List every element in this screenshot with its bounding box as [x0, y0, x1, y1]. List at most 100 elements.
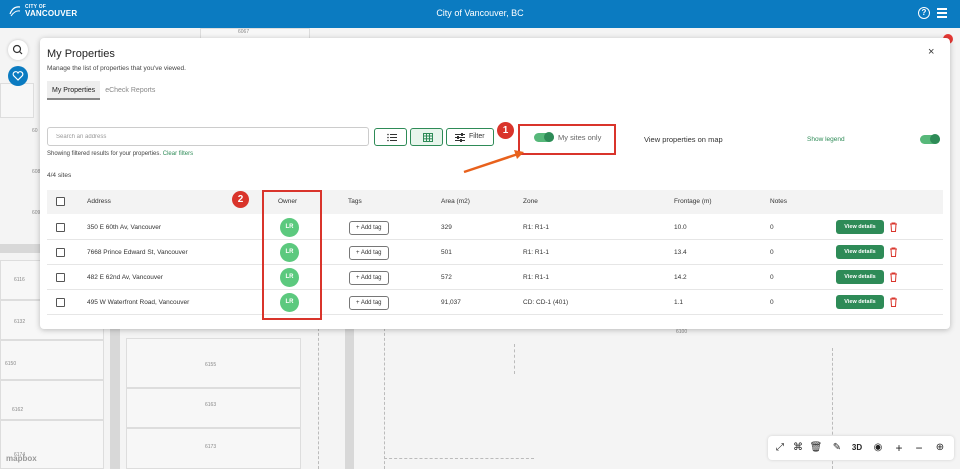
row-checkbox[interactable] [56, 223, 65, 232]
ruler-icon[interactable]: ✎ [830, 441, 844, 455]
trash-tool-icon[interactable]: 🗑 [809, 441, 823, 455]
table-view-button[interactable] [410, 128, 443, 146]
view-details-button[interactable]: View details [836, 220, 884, 234]
column-header[interactable]: Zone [523, 198, 538, 205]
address-search-input[interactable] [47, 127, 369, 146]
map-road [345, 328, 354, 469]
map-boundary [384, 458, 534, 459]
trash-icon[interactable] [889, 247, 898, 257]
table-row[interactable]: 7668 Prince Edward St, Vancouver LR + Ad… [47, 240, 943, 265]
frontage-cell: 14.2 [674, 274, 687, 281]
filter-info: Showing filtered results for your proper… [47, 151, 193, 157]
address-cell[interactable]: 482 E 62nd Av, Vancouver [87, 274, 163, 281]
lot-number: 6162 [12, 407, 24, 413]
compass-icon[interactable]: ⊕ [933, 441, 947, 455]
select-all-checkbox[interactable] [56, 197, 65, 206]
map-lot [0, 380, 104, 420]
add-tag-button[interactable]: + Add tag [349, 271, 389, 285]
measure-line-icon[interactable]: ⤢ [773, 441, 787, 455]
notes-cell: 0 [770, 224, 774, 231]
notes-cell: 0 [770, 249, 774, 256]
clear-filters-link[interactable]: Clear filters [163, 151, 193, 157]
column-header[interactable]: Frontage (m) [674, 198, 712, 205]
map-lot [0, 340, 104, 380]
area-cell: 329 [441, 224, 452, 231]
view-3d-button[interactable]: 3D [849, 441, 865, 455]
lot-number: 6100 [676, 329, 688, 335]
annotation-number-2: 2 [232, 191, 249, 208]
panel-title: My Properties [47, 48, 115, 60]
tab-my-properties[interactable]: My Properties [47, 81, 101, 100]
add-tag-button[interactable]: + Add tag [349, 221, 389, 235]
lot-number: 60 [32, 128, 38, 134]
notes-cell: 0 [770, 299, 774, 306]
lot-number: 6150 [5, 361, 17, 367]
map-view-toggle[interactable] [920, 134, 940, 144]
column-header[interactable]: Area (m2) [441, 198, 470, 205]
map-toolbar: ⤢ ⌘ 🗑 ✎ 3D ◉ + − ⊕ [768, 436, 954, 460]
address-cell[interactable]: 350 E 60th Av, Vancouver [87, 224, 161, 231]
zone-cell: R1: R1-1 [523, 274, 550, 281]
camera-icon[interactable]: ◉ [871, 441, 885, 455]
row-checkbox[interactable] [56, 248, 65, 257]
row-checkbox[interactable] [56, 298, 65, 307]
trash-icon[interactable] [889, 297, 898, 307]
close-button[interactable]: × [928, 46, 934, 58]
map-lot [0, 83, 34, 118]
add-tag-button[interactable]: + Add tag [349, 246, 389, 260]
notes-cell: 0 [770, 274, 774, 281]
view-details-button[interactable]: View details [836, 270, 884, 284]
table-row[interactable]: 350 E 60th Av, Vancouver LR + Add tag 32… [47, 215, 943, 240]
view-details-button[interactable]: View details [836, 295, 884, 309]
area-cell: 572 [441, 274, 452, 281]
map-view-label: View properties on map [644, 135, 723, 144]
map-road [0, 244, 40, 253]
table-row[interactable]: 495 W Waterfront Road, Vancouver LR + Ad… [47, 290, 943, 315]
trash-icon[interactable] [889, 222, 898, 232]
mapbox-attribution[interactable]: mapbox [6, 454, 37, 463]
list-view-button[interactable] [374, 128, 407, 146]
lot-number: 6067 [238, 29, 250, 35]
list-icon [387, 133, 397, 142]
map-boundary [384, 328, 385, 469]
tab-echeck-reports[interactable]: eCheck Reports [100, 81, 160, 100]
app-title: City of Vancouver, BC [436, 8, 524, 18]
map-search-button[interactable] [8, 40, 28, 60]
filter-sliders-icon [455, 133, 465, 142]
annotation-arrow-icon [463, 150, 524, 174]
column-header[interactable]: Tags [348, 198, 362, 205]
my-properties-button[interactable] [8, 66, 28, 86]
address-cell[interactable]: 495 W Waterfront Road, Vancouver [87, 299, 189, 306]
row-checkbox[interactable] [56, 273, 65, 282]
zoom-out-button[interactable]: − [912, 441, 926, 455]
lot-number: 6116 [14, 277, 25, 283]
lot-number: 6173 [205, 444, 217, 450]
zoom-in-button[interactable]: + [892, 441, 906, 455]
add-tag-button[interactable]: + Add tag [349, 296, 389, 310]
address-cell[interactable]: 7668 Prince Edward St, Vancouver [87, 249, 188, 256]
top-bar: CITY OF VANCOUVER City of Vancouver, BC … [0, 0, 960, 28]
panel-subtitle: Manage the list of properties that you'v… [47, 65, 186, 72]
area-cell: 501 [441, 249, 452, 256]
lot-number: 6163 [205, 402, 217, 408]
annotation-box-1 [518, 124, 616, 155]
polygon-tool-icon[interactable]: ⌘ [791, 441, 805, 455]
column-header[interactable]: Address [87, 198, 111, 205]
filter-button[interactable]: Filter [446, 128, 494, 146]
column-header[interactable]: Notes [770, 198, 787, 205]
show-legend-link[interactable]: Show legend [807, 136, 845, 143]
help-icon[interactable]: ? [918, 7, 930, 19]
panel-tabs: My Properties eCheck Reports [47, 81, 160, 100]
zone-cell: R1: R1-1 [523, 224, 550, 231]
trash-icon[interactable] [889, 272, 898, 282]
annotation-box-2 [262, 190, 322, 320]
zone-cell: CD: CD-1 (401) [523, 299, 569, 306]
annotation-number-1: 1 [497, 122, 514, 139]
map-boundary [318, 328, 319, 469]
map-boundary [514, 344, 515, 374]
view-details-button[interactable]: View details [836, 245, 884, 259]
hamburger-menu-icon[interactable] [937, 8, 947, 18]
zone-cell: R1: R1-1 [523, 249, 550, 256]
table-row[interactable]: 482 E 62nd Av, Vancouver LR + Add tag 57… [47, 265, 943, 290]
table-icon [423, 133, 433, 142]
